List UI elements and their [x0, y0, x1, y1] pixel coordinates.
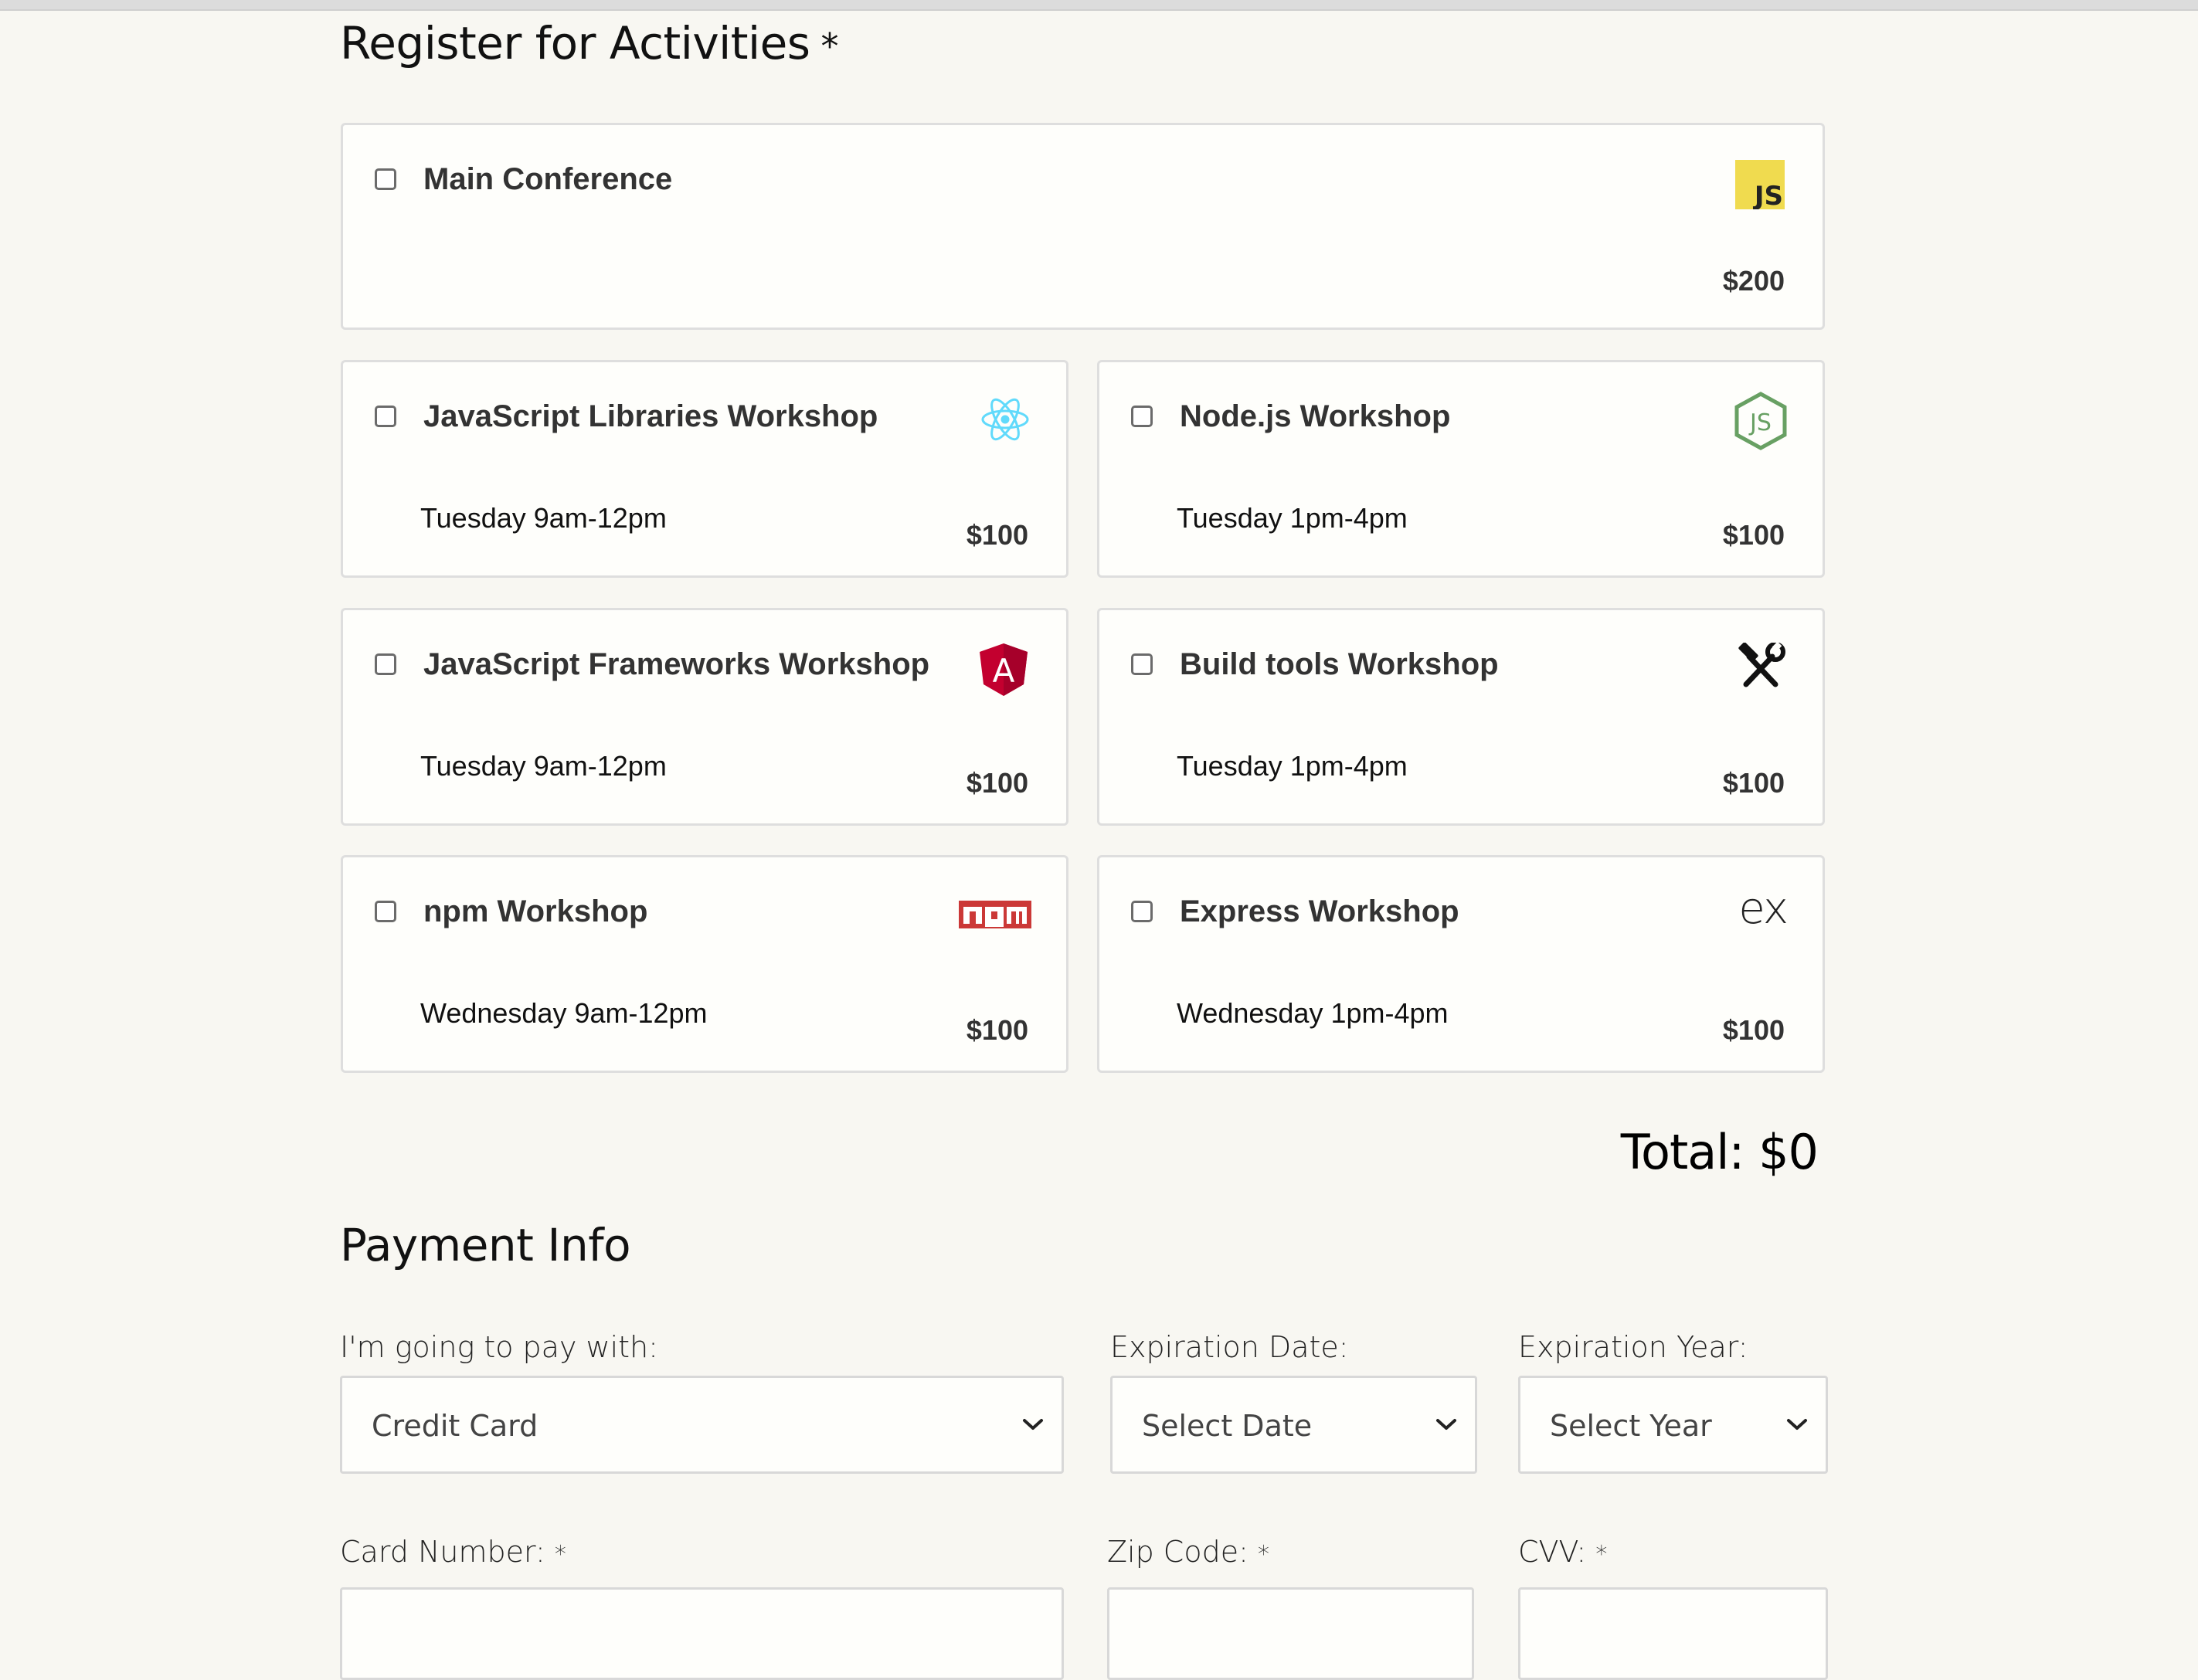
- cvv-input[interactable]: [1518, 1587, 1828, 1680]
- required-mark: *: [820, 25, 839, 67]
- activity-price: $100: [1722, 519, 1785, 551]
- chevron-down-icon: [1435, 1417, 1458, 1436]
- expiration-date-value: Select Date: [1142, 1409, 1313, 1443]
- svg-text:JS: JS: [1748, 409, 1772, 436]
- chevron-down-icon: [1021, 1417, 1045, 1436]
- activity-time: Wednesday 9am-12pm: [420, 997, 708, 1029]
- activity-time: Tuesday 1pm-4pm: [1177, 750, 1408, 782]
- payment-method-select[interactable]: Credit Card: [340, 1376, 1064, 1474]
- cvv-label: CVV: *: [1518, 1535, 1608, 1569]
- activity-checkbox-main-conference[interactable]: [375, 168, 396, 190]
- pay-with-label: I'm going to pay with:: [340, 1330, 658, 1364]
- activities-heading: Register for Activities *: [340, 17, 839, 70]
- activities-total: Total: $0: [1620, 1124, 1819, 1180]
- activity-time: Tuesday 1pm-4pm: [1177, 502, 1408, 534]
- react-logo-icon: [980, 395, 1030, 448]
- zip-code-input[interactable]: [1107, 1587, 1474, 1680]
- browser-top-edge: [0, 0, 2198, 11]
- card-number-input[interactable]: [340, 1587, 1064, 1680]
- activity-checkbox-js-frameworks[interactable]: [375, 653, 396, 675]
- express-logo-icon: ex: [1738, 884, 1789, 934]
- activity-card-nodejs[interactable]: Node.js Workshop JS Tuesday 1pm-4pm $100: [1097, 360, 1825, 578]
- hammer-wrench-icon: [1735, 641, 1786, 693]
- activity-card-js-libraries[interactable]: JavaScript Libraries Workshop Tuesday 9a…: [341, 360, 1068, 578]
- javascript-logo-icon: JS: [1735, 160, 1785, 213]
- chevron-down-icon: [1785, 1417, 1809, 1436]
- activity-price: $100: [966, 767, 1028, 799]
- nodejs-logo-icon: JS: [1734, 392, 1788, 454]
- activity-name: JavaScript Frameworks Workshop: [423, 647, 930, 681]
- npm-logo-icon: [959, 901, 1031, 932]
- activity-price: $100: [966, 519, 1028, 551]
- activity-checkbox-express[interactable]: [1131, 901, 1153, 922]
- expiration-year-select[interactable]: Select Year: [1518, 1376, 1828, 1474]
- svg-text:JS: JS: [1753, 181, 1783, 209]
- payment-method-value: Credit Card: [372, 1409, 538, 1443]
- activities-title: Register for Activities: [340, 17, 810, 70]
- activity-time: Wednesday 1pm-4pm: [1177, 997, 1449, 1029]
- activity-price: $100: [966, 1014, 1028, 1046]
- exp-date-label: Expiration Date:: [1110, 1330, 1349, 1364]
- activity-price: $200: [1722, 265, 1785, 297]
- activity-name: JavaScript Libraries Workshop: [423, 399, 878, 433]
- activity-name: Main Conference: [423, 162, 673, 196]
- activity-checkbox-npm[interactable]: [375, 901, 396, 922]
- activity-time: Tuesday 9am-12pm: [420, 750, 667, 782]
- activity-card-build-tools[interactable]: Build tools Workshop Tuesday 1pm-4pm $10…: [1097, 608, 1825, 826]
- activity-price: $100: [1722, 767, 1785, 799]
- expiration-date-select[interactable]: Select Date: [1110, 1376, 1477, 1474]
- activity-checkbox-nodejs[interactable]: [1131, 406, 1153, 427]
- activity-card-main-conference[interactable]: Main Conference JS $200: [341, 123, 1825, 330]
- payment-title: Payment Info: [340, 1219, 631, 1271]
- expiration-year-value: Select Year: [1550, 1409, 1712, 1443]
- angular-logo-icon: A: [979, 643, 1028, 701]
- svg-text:A: A: [993, 652, 1015, 690]
- activity-name: Build tools Workshop: [1180, 647, 1499, 681]
- activity-name: npm Workshop: [423, 894, 648, 928]
- activity-card-js-frameworks[interactable]: JavaScript Frameworks Workshop A Tuesday…: [341, 608, 1068, 826]
- exp-year-label: Expiration Year:: [1518, 1330, 1748, 1364]
- activity-name: Express Workshop: [1180, 894, 1459, 928]
- activity-price: $100: [1722, 1014, 1785, 1046]
- card-number-label: Card Number: *: [340, 1535, 566, 1569]
- activity-checkbox-build-tools[interactable]: [1131, 653, 1153, 675]
- activity-card-npm[interactable]: npm Workshop Wednesday 9am-12pm $100: [341, 855, 1068, 1073]
- activity-time: Tuesday 9am-12pm: [420, 502, 667, 534]
- zip-code-label: Zip Code: *: [1107, 1535, 1269, 1569]
- activity-checkbox-js-libraries[interactable]: [375, 406, 396, 427]
- activity-name: Node.js Workshop: [1180, 399, 1451, 433]
- activity-card-express[interactable]: Express Workshop ex Wednesday 1pm-4pm $1…: [1097, 855, 1825, 1073]
